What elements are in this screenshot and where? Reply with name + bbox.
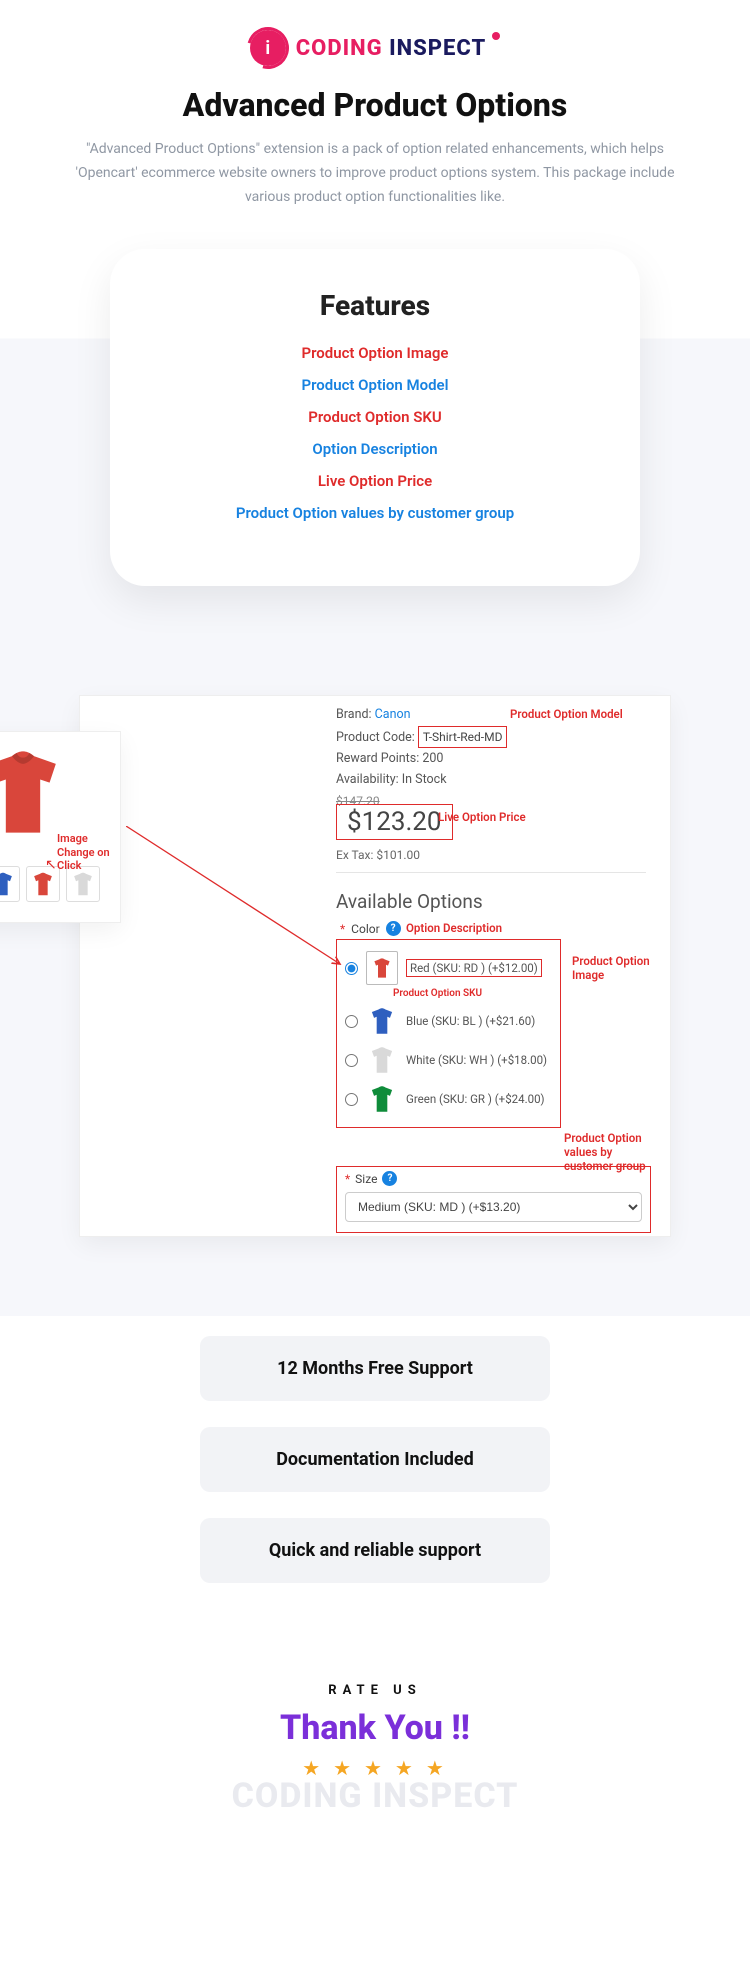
rate-section: RATE US Thank You !! ★ ★ ★ ★ ★ CODING IN… <box>0 1643 750 1876</box>
logo-dot-icon <box>492 32 500 40</box>
arrow-icon: ↖ <box>45 857 57 873</box>
divider <box>336 872 646 873</box>
image-side-panel: Image Change on Click ↖ <box>0 732 120 922</box>
color-option-label: Red (SKU: RD ) (+$12.00) <box>406 959 542 977</box>
color-option-row[interactable]: White (SKU: WH ) (+$18.00) <box>345 1043 552 1077</box>
color-option-row[interactable]: Green (SKU: GR ) (+$24.00) <box>345 1082 552 1116</box>
color-radio[interactable] <box>345 962 358 975</box>
size-select[interactable]: Medium (SKU: MD ) (+$13.20) <box>345 1192 642 1222</box>
features-card: Features Product Option Image Product Opt… <box>110 249 640 586</box>
thank-you: Thank You !! <box>0 1708 750 1748</box>
page-description: "Advanced Product Options" extension is … <box>55 138 695 209</box>
price-box: $123.20 <box>336 804 453 840</box>
feature-item[interactable]: Option Description <box>140 440 610 458</box>
thumb-image[interactable] <box>0 866 20 902</box>
anno-sku: Product Option SKU <box>393 988 552 999</box>
feature-item[interactable]: Product Option Image <box>140 344 610 362</box>
logo: i CODING INSPECT <box>250 30 501 66</box>
support-card: Quick and reliable support <box>200 1518 550 1583</box>
features-title: Features <box>140 289 610 322</box>
product-diagram: Brand: Canon Product Code: T-Shirt-Red-M… <box>80 696 670 1236</box>
brand-link[interactable]: Canon <box>375 707 411 722</box>
anno-custgrp: Product Option values by customer group <box>564 1131 664 1173</box>
support-section: 12 Months Free Support Documentation Incl… <box>0 1316 750 1643</box>
color-option-label: Green (SKU: GR ) (+$24.00) <box>406 1092 545 1106</box>
feature-item[interactable]: Product Option SKU <box>140 408 610 426</box>
color-label: *Color ? <box>340 921 401 936</box>
color-options-box: Red (SKU: RD ) (+$12.00) Product Option S… <box>336 939 561 1128</box>
color-radio[interactable] <box>345 1015 358 1028</box>
product-meta: Brand: Canon Product Code: T-Shirt-Red-M… <box>336 704 507 811</box>
color-option-label: White (SKU: WH ) (+$18.00) <box>406 1053 547 1067</box>
feature-item[interactable]: Live Option Price <box>140 472 610 490</box>
shirt-icon <box>366 1004 398 1038</box>
available-options-title: Available Options <box>336 890 483 913</box>
color-radio[interactable] <box>345 1054 358 1067</box>
color-option-row[interactable]: Red (SKU: RD ) (+$12.00) <box>345 951 552 985</box>
color-option-label: Blue (SKU: BL ) (+$21.60) <box>406 1014 535 1028</box>
feature-item[interactable]: Product Option Model <box>140 376 610 394</box>
help-icon[interactable]: ? <box>386 921 401 936</box>
anno-optdesc: Option Description <box>406 921 502 935</box>
page-title: Advanced Product Options <box>183 86 568 124</box>
logo-text: CODING INSPECT <box>296 36 487 61</box>
product-code-box: T-Shirt-Red-MD <box>418 726 508 748</box>
help-icon[interactable]: ? <box>382 1171 397 1186</box>
main-product-image <box>0 742 71 842</box>
color-radio[interactable] <box>345 1093 358 1106</box>
anno-img: Product Option Image <box>572 954 652 982</box>
anno-liveprice: Live Option Price <box>438 810 526 824</box>
arrow-line-icon <box>126 826 356 986</box>
support-card: 12 Months Free Support <box>200 1336 550 1401</box>
shirt-icon <box>366 1043 398 1077</box>
feature-item[interactable]: Product Option values by customer group <box>140 504 610 522</box>
color-option-row[interactable]: Blue (SKU: BL ) (+$21.60) <box>345 1004 552 1038</box>
ex-tax: Ex Tax: $101.00 <box>336 848 420 862</box>
size-area: *Size ? Medium (SKU: MD ) (+$13.20) <box>336 1166 651 1233</box>
shirt-icon <box>366 951 398 985</box>
ghost-brand: CODING INSPECT <box>0 1776 750 1816</box>
logo-icon: i <box>250 30 286 66</box>
anno-image-change: Image Change on Click <box>57 832 120 872</box>
size-label: *Size ? <box>345 1171 642 1186</box>
anno-model: Product Option Model <box>510 707 623 721</box>
shirt-icon <box>366 1082 398 1116</box>
support-card: Documentation Included <box>200 1427 550 1492</box>
rate-label: RATE US <box>0 1683 750 1698</box>
